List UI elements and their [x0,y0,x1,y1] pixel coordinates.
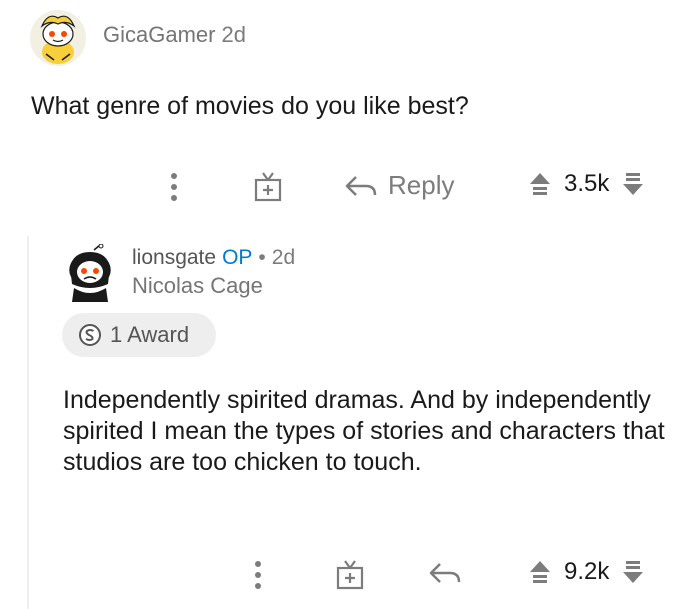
timestamp: 2d [221,22,246,47]
thread-line[interactable] [27,236,29,609]
comment-author: lionsgate OP • 2d [132,246,295,270]
upvote-icon[interactable] [528,559,552,585]
comment-body: What genre of movies do you like best? [31,92,469,120]
user-flair: Nicolas Cage [132,273,263,298]
upvote-icon[interactable] [528,171,552,197]
silver-award-icon [79,324,101,346]
reply-arrow-icon [345,175,377,196]
vote-controls: 9.2k [528,558,645,586]
gift-icon [254,172,282,202]
timestamp: 2d [271,246,296,269]
username[interactable]: lionsgate [132,246,216,269]
separator: • [258,246,266,269]
more-options-button[interactable] [168,170,180,204]
vote-count: 9.2k [564,558,610,585]
more-options-button[interactable] [252,558,264,592]
username[interactable]: GicaGamer [103,22,215,47]
op-badge: OP [222,246,253,269]
comment-actions: Reply 3.5k [0,168,700,208]
comment-body: Independently spirited dramas. And by in… [63,386,665,476]
vote-controls: 3.5k [528,170,645,198]
comment-actions: 9.2k [0,556,700,596]
avatar[interactable] [28,8,88,68]
downvote-icon[interactable] [621,559,645,585]
award-label: 1 Award [110,322,190,347]
reply-button[interactable] [428,558,462,588]
avatar[interactable] [64,243,116,304]
downvote-icon[interactable] [621,171,645,197]
more-vertical-icon [171,173,177,201]
gift-icon [336,560,364,590]
more-vertical-icon [255,561,261,589]
give-award-button[interactable] [335,558,365,590]
reply-arrow-icon [429,563,461,583]
comment-author: GicaGamer 2d [103,22,246,48]
give-award-button[interactable] [253,170,283,202]
reply-label: Reply [388,170,455,200]
award-badge[interactable]: 1 Award [62,313,216,357]
vote-count: 3.5k [564,170,610,197]
reply-button[interactable]: Reply [344,170,454,201]
